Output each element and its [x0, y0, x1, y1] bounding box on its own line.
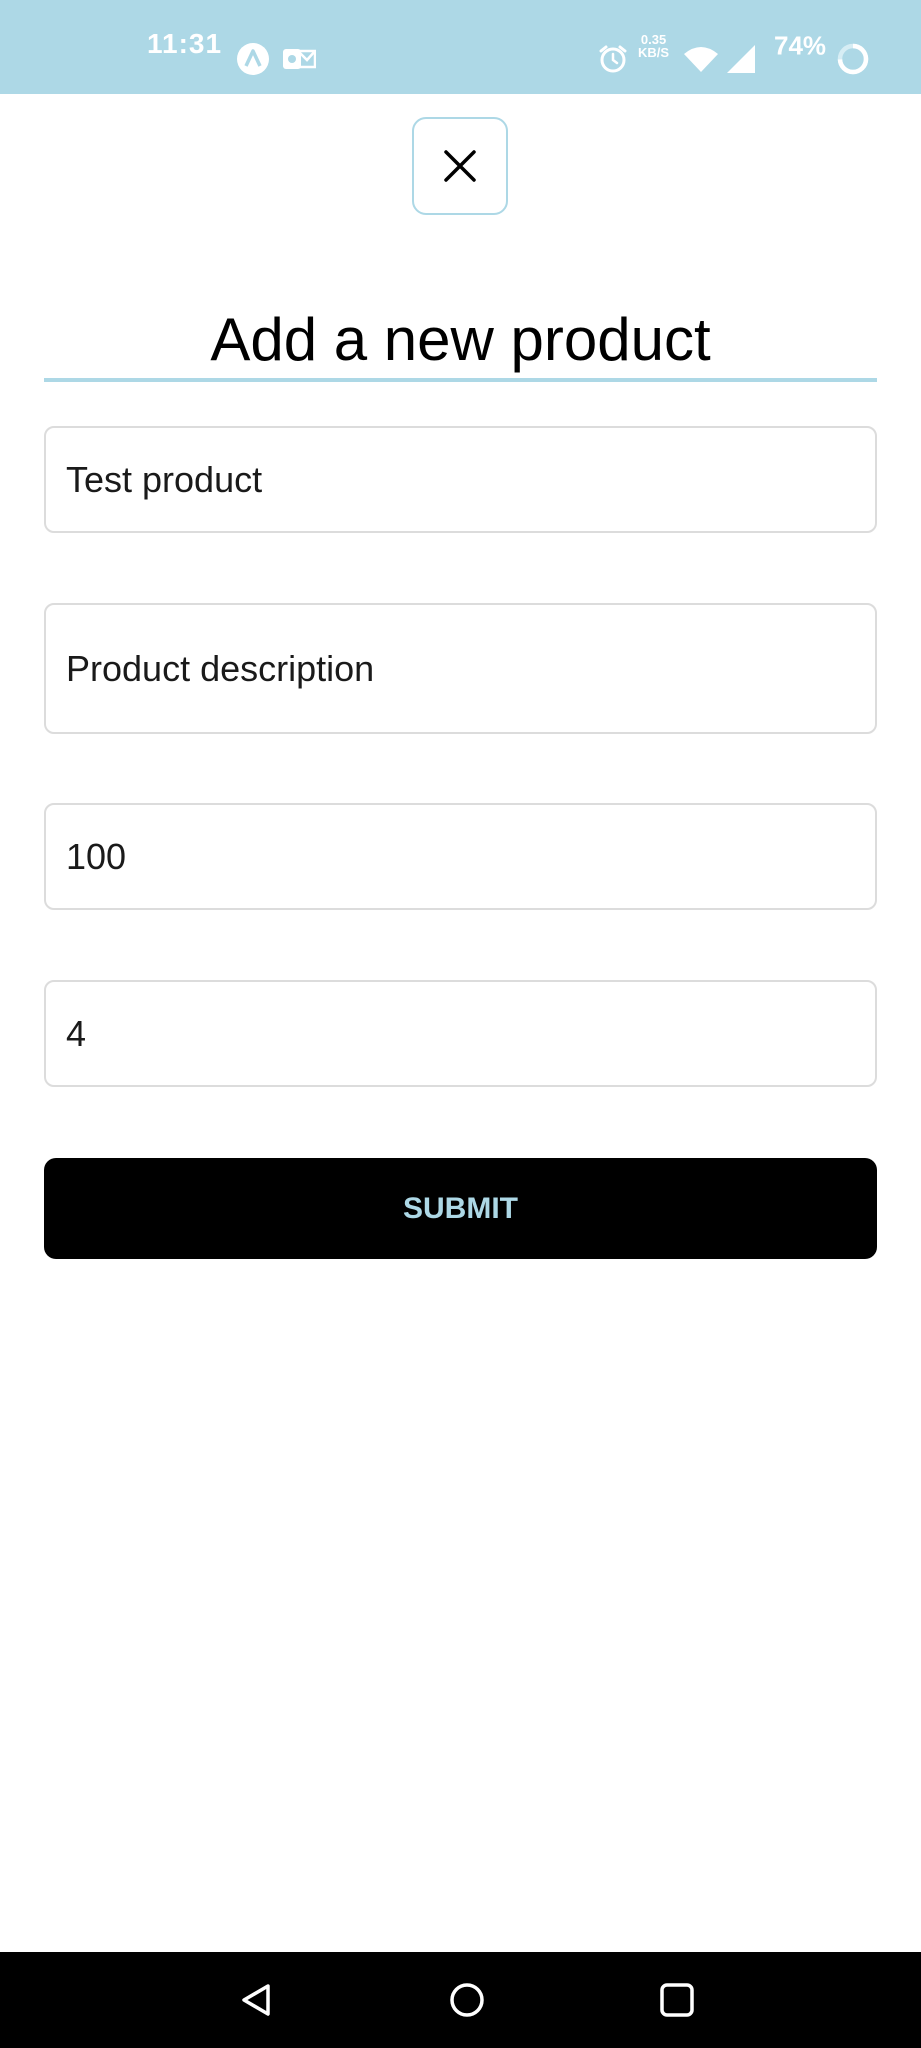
status-time: 11:31 — [147, 28, 223, 59]
recents-icon[interactable] — [659, 1982, 695, 2018]
product-quantity-input[interactable] — [44, 980, 877, 1087]
submit-button[interactable]: SUBMIT — [44, 1158, 877, 1259]
battery-percent: 74% — [774, 30, 827, 61]
app-a-icon — [237, 43, 269, 75]
close-icon — [444, 150, 476, 182]
navigation-bar — [0, 1952, 921, 2048]
alarm-icon — [599, 45, 627, 73]
product-description-input[interactable] — [44, 603, 877, 734]
product-price-input[interactable] — [44, 803, 877, 910]
product-name-input[interactable] — [44, 426, 877, 533]
network-speed: 0.35 KB/S — [638, 33, 669, 59]
status-bar: 11:31 0.35 KB/S 74% — [0, 0, 921, 94]
signal-icon — [727, 45, 755, 73]
back-icon[interactable] — [238, 1982, 274, 2018]
network-speed-unit: KB/S — [638, 45, 670, 60]
page-title: Add a new product — [210, 306, 711, 373]
wifi-icon — [684, 47, 718, 72]
battery-ring-icon — [837, 43, 869, 75]
notification-icon — [283, 49, 316, 69]
close-button[interactable] — [412, 117, 508, 215]
home-icon[interactable] — [448, 1981, 486, 2019]
title-underline — [44, 378, 877, 382]
